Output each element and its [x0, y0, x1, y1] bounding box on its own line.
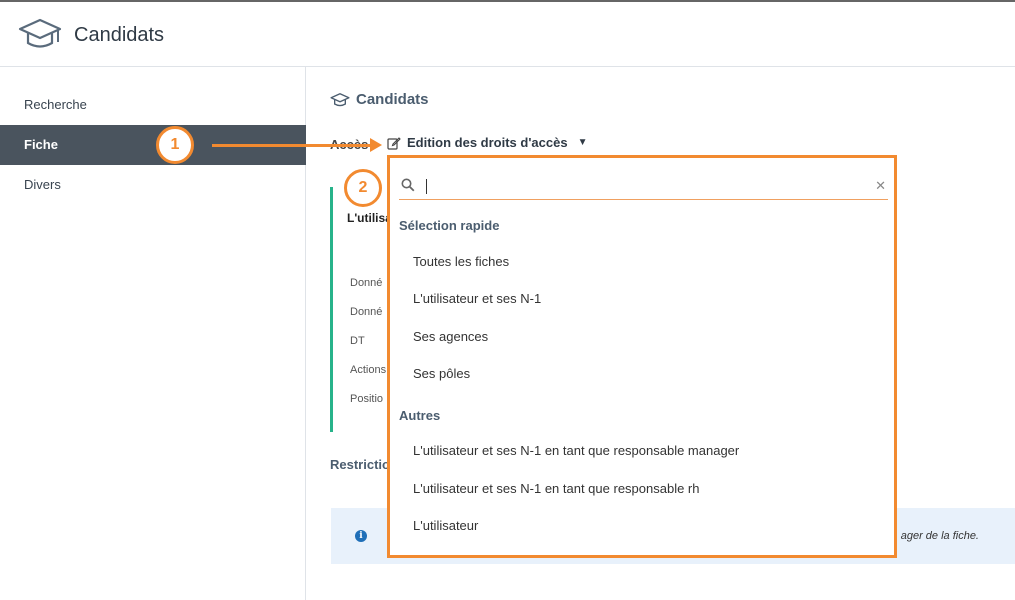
edit-access-rights-label: Edition des droits d'accès: [407, 135, 568, 150]
edit-icon: [387, 136, 401, 150]
card-row: Positio: [350, 393, 384, 405]
annotation-arrow-head: [370, 138, 382, 152]
info-text: ager de la fiche.: [900, 530, 979, 542]
card-row: Donné: [350, 277, 383, 289]
access-rights-dropdown: ✕ Sélection rapide Toutes les fiches L'u…: [387, 155, 897, 558]
option-n1-manager[interactable]: L'utilisateur et ses N-1 en tant que res…: [413, 443, 739, 458]
group-label-quick: Sélection rapide: [399, 218, 500, 233]
section-title: Candidats: [330, 91, 429, 108]
info-icon: i: [355, 530, 367, 542]
sidebar-item-recherche[interactable]: Recherche: [0, 85, 306, 125]
option-ses-agences[interactable]: Ses agences: [413, 329, 488, 344]
search-icon: [401, 178, 415, 192]
edit-access-rights-button[interactable]: Edition des droits d'accès ▼: [387, 135, 587, 150]
card-title: L'utilisa: [347, 211, 392, 225]
option-ses-poles[interactable]: Ses pôles: [413, 366, 470, 381]
step-badge-2: 2: [344, 169, 382, 207]
caret-down-icon: ▼: [577, 137, 588, 148]
dropdown-search[interactable]: ✕: [399, 174, 888, 200]
card-row: DT: [350, 335, 365, 347]
sidebar-item-divers[interactable]: Divers: [0, 165, 306, 205]
app-header: Candidats: [0, 2, 1015, 67]
option-toutes-les-fiches[interactable]: Toutes les fiches: [413, 254, 509, 269]
option-utilisateur[interactable]: L'utilisateur: [413, 518, 478, 533]
clear-icon[interactable]: ✕: [875, 178, 886, 194]
card-row: Donné: [350, 306, 383, 318]
option-n1-rh[interactable]: L'utilisateur et ses N-1 en tant que res…: [413, 481, 699, 496]
card-row: Actions: [350, 364, 387, 376]
graduation-cap-icon: [18, 18, 62, 48]
annotation-arrow: [212, 144, 372, 147]
restrictions-heading: Restrictio: [330, 457, 390, 472]
app-title: Candidats: [74, 24, 165, 46]
graduation-cap-icon: [330, 92, 350, 106]
step-badge-1: 1: [156, 126, 194, 164]
group-label-autres: Autres: [399, 408, 441, 423]
section-title-text: Candidats: [356, 91, 429, 108]
text-cursor: [426, 179, 427, 194]
option-utilisateur-n1[interactable]: L'utilisateur et ses N-1: [413, 291, 541, 306]
